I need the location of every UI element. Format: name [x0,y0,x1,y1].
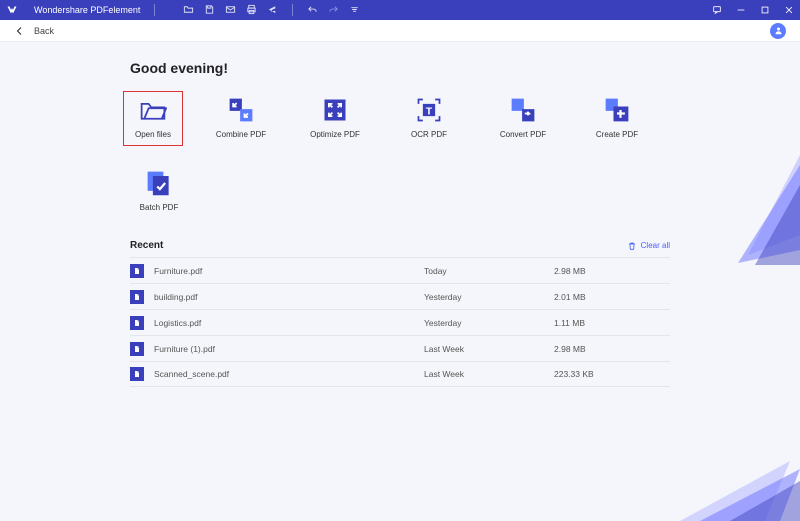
undo-icon[interactable] [307,4,318,15]
recent-row[interactable]: Scanned_scene.pdf Last Week 223.33 KB [130,361,670,387]
file-size: 1.11 MB [554,318,670,328]
recent-list: Furniture.pdf Today 2.98 MB building.pdf… [130,257,670,387]
pdf-file-icon [130,316,144,330]
action-label: Convert PDF [500,130,546,139]
file-date: Last Week [424,369,554,379]
pdf-file-icon [130,367,144,381]
action-ocr-pdf[interactable]: T OCR PDF [400,96,458,139]
close-icon[interactable] [784,5,794,15]
app-logo-icon [6,4,18,16]
optimize-pdf-icon [321,96,349,124]
file-name: Furniture (1).pdf [154,344,424,354]
recent-header: Recent Clear all [130,240,670,251]
clear-all-label: Clear all [641,241,670,250]
action-label: Open files [135,130,171,139]
pdf-file-icon [130,264,144,278]
file-name: building.pdf [154,292,424,302]
user-avatar[interactable] [770,23,786,39]
pdf-file-icon [130,290,144,304]
subbar: Back [0,20,800,42]
file-size: 2.98 MB [554,344,670,354]
file-date: Last Week [424,344,554,354]
decor-bottom [680,461,800,521]
redo-icon[interactable] [328,4,339,15]
pdf-file-icon [130,342,144,356]
convert-pdf-icon [509,96,537,124]
action-create-pdf[interactable]: Create PDF [588,96,646,139]
action-label: OCR PDF [411,130,447,139]
svg-text:T: T [426,105,433,117]
content: Good evening! Open files Combine PDF Opt… [0,42,800,387]
file-date: Yesterday [424,292,554,302]
action-label: Batch PDF [140,203,179,212]
open-icon[interactable] [183,4,194,15]
action-grid: Open files Combine PDF Optimize PDF T OC… [130,96,670,212]
action-batch-pdf[interactable]: Batch PDF [130,169,188,212]
action-combine-pdf[interactable]: Combine PDF [212,96,270,139]
back-arrow-icon[interactable] [14,25,26,37]
action-open-files[interactable]: Open files [124,92,182,145]
action-optimize-pdf[interactable]: Optimize PDF [306,96,364,139]
action-label: Optimize PDF [310,130,360,139]
action-convert-pdf[interactable]: Convert PDF [494,96,552,139]
recent-title: Recent [130,240,163,251]
app-title: Wondershare PDFelement [34,5,140,15]
recent-row[interactable]: Furniture (1).pdf Last Week 2.98 MB [130,335,670,361]
file-size: 2.98 MB [554,266,670,276]
print-icon[interactable] [246,4,257,15]
file-name: Logistics.pdf [154,318,424,328]
customize-toolbar-icon[interactable] [349,4,360,15]
save-icon[interactable] [204,4,215,15]
recent-row[interactable]: Logistics.pdf Yesterday 1.11 MB [130,309,670,335]
file-date: Today [424,266,554,276]
back-label[interactable]: Back [34,26,54,36]
clear-all-button[interactable]: Clear all [627,241,670,251]
action-label: Create PDF [596,130,638,139]
recent-row[interactable]: Furniture.pdf Today 2.98 MB [130,257,670,283]
mail-icon[interactable] [225,4,236,15]
create-pdf-icon [603,96,631,124]
file-date: Yesterday [424,318,554,328]
open-files-icon [139,96,167,124]
batch-pdf-icon [145,169,173,197]
share-icon[interactable] [267,4,278,15]
minimize-icon[interactable] [736,5,746,15]
greeting: Good evening! [130,60,670,76]
recent-row[interactable]: building.pdf Yesterday 2.01 MB [130,283,670,309]
action-label: Combine PDF [216,130,266,139]
combine-pdf-icon [227,96,255,124]
feedback-icon[interactable] [712,5,722,15]
file-size: 223.33 KB [554,369,670,379]
ocr-pdf-icon: T [415,96,443,124]
file-name: Furniture.pdf [154,266,424,276]
file-size: 2.01 MB [554,292,670,302]
titlebar: Wondershare PDFelement [0,0,800,20]
file-name: Scanned_scene.pdf [154,369,424,379]
maximize-icon[interactable] [760,5,770,15]
